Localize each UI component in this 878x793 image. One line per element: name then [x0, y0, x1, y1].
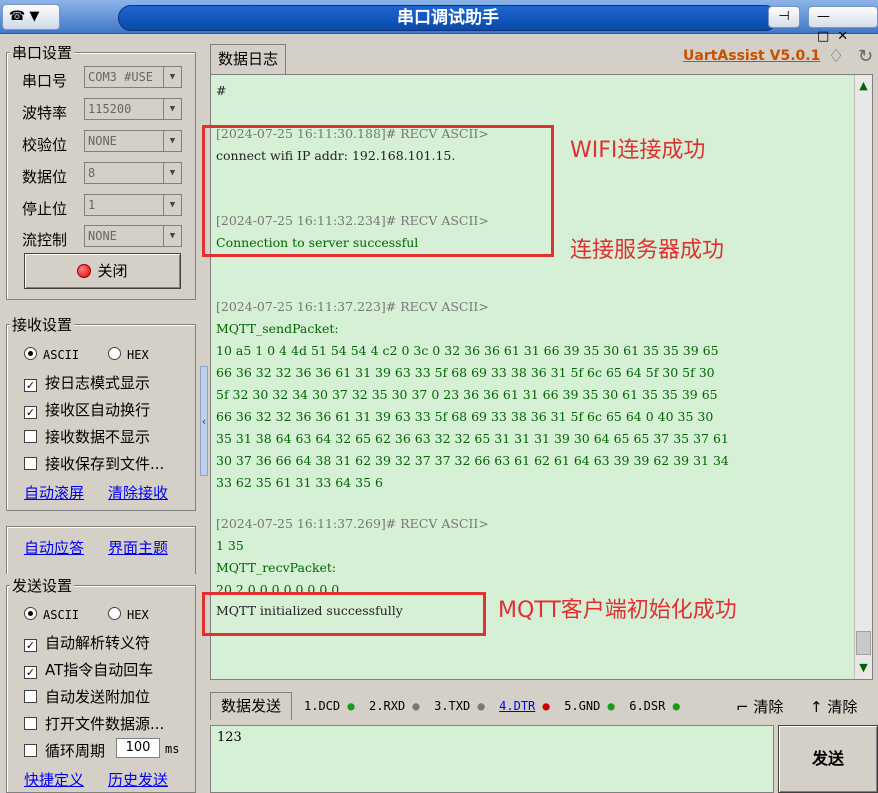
- databits-select[interactable]: 8 ▼: [84, 162, 182, 184]
- version-link[interactable]: UartAssist V5.0.1: [683, 48, 820, 64]
- send-settings-label: 发送设置: [10, 575, 75, 596]
- hide-recv-checkbox[interactable]: 接收数据不显示: [24, 426, 150, 447]
- chevron-down-icon[interactable]: ▼: [855, 661, 872, 674]
- port-label: 串口号: [22, 72, 68, 90]
- auto-scroll-link[interactable]: 自动滚屏: [24, 482, 84, 503]
- red-led-icon: ●: [542, 699, 550, 713]
- dtr-toggle[interactable]: 4.DTR: [499, 699, 535, 713]
- highlight-box-mqtt: [202, 592, 486, 636]
- refresh-icon[interactable]: ↻: [858, 46, 873, 67]
- close-port-button[interactable]: 关闭: [24, 253, 181, 289]
- receive-settings-label: 接收设置: [10, 314, 75, 335]
- chevron-down-icon[interactable]: ▼: [163, 163, 181, 183]
- clear-all-button[interactable]: ↑ 清除: [810, 696, 857, 717]
- send-hex-radio[interactable]: HEX: [108, 605, 149, 623]
- chevron-down-icon[interactable]: ▼: [163, 226, 181, 246]
- broom-icon: ⌐: [736, 698, 749, 716]
- escape-parse-checkbox[interactable]: ✓ 自动解析转义符: [24, 632, 150, 653]
- send-toolbar: 数据发送 1.DCD ● 2.RXD ● 3.TXD ● 4.DTR ● 5.G…: [210, 688, 878, 724]
- app-icon: ☎: [9, 9, 26, 24]
- dsr-status: 6.DSR: [629, 699, 666, 713]
- recv-hex-radio[interactable]: HEX: [108, 345, 149, 363]
- gnd-status: 5.GND: [564, 699, 601, 713]
- shortcut-link[interactable]: 快捷定义: [24, 769, 84, 790]
- green-led-icon: ●: [672, 699, 680, 713]
- system-menu-button[interactable]: ☎ ▼: [2, 4, 60, 30]
- window-controls[interactable]: — □✕: [808, 6, 878, 44]
- databits-label: 数据位: [22, 168, 68, 186]
- flow-select[interactable]: NONE ▼: [84, 225, 182, 247]
- recv-ascii-radio[interactable]: ASCII: [24, 345, 79, 363]
- dcd-status: 1.DCD: [304, 699, 341, 713]
- close-icon[interactable]: ✕: [837, 29, 856, 44]
- gray-led-icon: ●: [477, 699, 485, 713]
- auto-reply-link[interactable]: 自动应答: [24, 537, 84, 558]
- chevron-up-icon[interactable]: ▲: [855, 79, 872, 92]
- flow-label: 流控制: [22, 231, 68, 249]
- stopbits-label: 停止位: [22, 200, 68, 218]
- minimize-icon[interactable]: —: [817, 9, 838, 24]
- send-button[interactable]: 发送: [778, 725, 878, 793]
- theme-link[interactable]: 界面主题: [108, 537, 168, 558]
- annotation-wifi: WIFI连接成功: [570, 138, 706, 163]
- append-bits-checkbox[interactable]: 自动发送附加位: [24, 686, 150, 707]
- gray-led-icon: ●: [412, 699, 420, 713]
- pin-icon[interactable]: ⊣: [768, 6, 800, 28]
- chevron-down-icon[interactable]: ▼: [163, 195, 181, 215]
- at-cr-checkbox[interactable]: ✓ AT指令自动回车: [24, 659, 153, 680]
- auto-wrap-checkbox[interactable]: ✓ 接收区自动换行: [24, 399, 150, 420]
- parity-label: 校验位: [22, 136, 68, 154]
- txd-status: 3.TXD: [434, 699, 471, 713]
- serial-settings-label: 串口设置: [10, 42, 75, 63]
- tab-data-log[interactable]: 数据日志: [210, 44, 286, 74]
- clear-send-button[interactable]: ⌐ 清除: [736, 696, 783, 717]
- diamond-icon[interactable]: ♢: [828, 46, 844, 67]
- annotation-server: 连接服务器成功: [570, 238, 725, 263]
- history-link[interactable]: 历史发送: [108, 769, 168, 790]
- log-scrollbar[interactable]: ▲ ▼: [854, 75, 872, 679]
- clear-recv-link[interactable]: 清除接收: [108, 482, 168, 503]
- baud-select[interactable]: 115200 ▼: [84, 98, 182, 120]
- period-unit: ms: [165, 742, 180, 756]
- baud-label: 波特率: [22, 104, 68, 122]
- chevron-down-icon[interactable]: ▼: [163, 131, 181, 151]
- title-bar: ☎ ▼ 串口调试助手 ⊣ — □✕: [0, 0, 878, 44]
- send-ascii-radio[interactable]: ASCII: [24, 605, 79, 623]
- chevron-down-icon[interactable]: ▼: [163, 99, 181, 119]
- tab-data-send[interactable]: 数据发送: [210, 692, 292, 720]
- chevron-down-icon: ▼: [29, 9, 40, 24]
- port-select[interactable]: COM3 #USE ▼: [84, 66, 182, 88]
- parity-select[interactable]: NONE ▼: [84, 130, 182, 152]
- chevron-down-icon[interactable]: ▼: [163, 67, 181, 87]
- period-input[interactable]: 100: [116, 738, 160, 758]
- arrow-up-icon: ↑: [810, 698, 823, 716]
- green-led-icon: ●: [607, 699, 615, 713]
- rxd-status: 2.RXD: [369, 699, 406, 713]
- scroll-thumb[interactable]: [856, 631, 871, 655]
- save-to-file-checkbox[interactable]: 接收保存到文件...: [24, 453, 164, 474]
- highlight-box-wifi: [202, 125, 554, 257]
- maximize-icon[interactable]: □: [817, 29, 837, 44]
- green-led-icon: ●: [347, 699, 355, 713]
- window-title: 串口调试助手: [397, 8, 499, 28]
- file-source-checkbox[interactable]: 打开文件数据源...: [24, 713, 164, 734]
- red-led-icon: [77, 264, 92, 278]
- annotation-mqtt: MQTT客户端初始化成功: [498, 598, 737, 623]
- send-input[interactable]: 123: [210, 725, 774, 793]
- log-mode-checkbox[interactable]: ✓ 按日志模式显示: [24, 372, 150, 393]
- loop-period-checkbox[interactable]: 循环周期: [24, 740, 105, 761]
- collapse-panel-handle[interactable]: ‹: [200, 366, 208, 476]
- stopbits-select[interactable]: 1 ▼: [84, 194, 182, 216]
